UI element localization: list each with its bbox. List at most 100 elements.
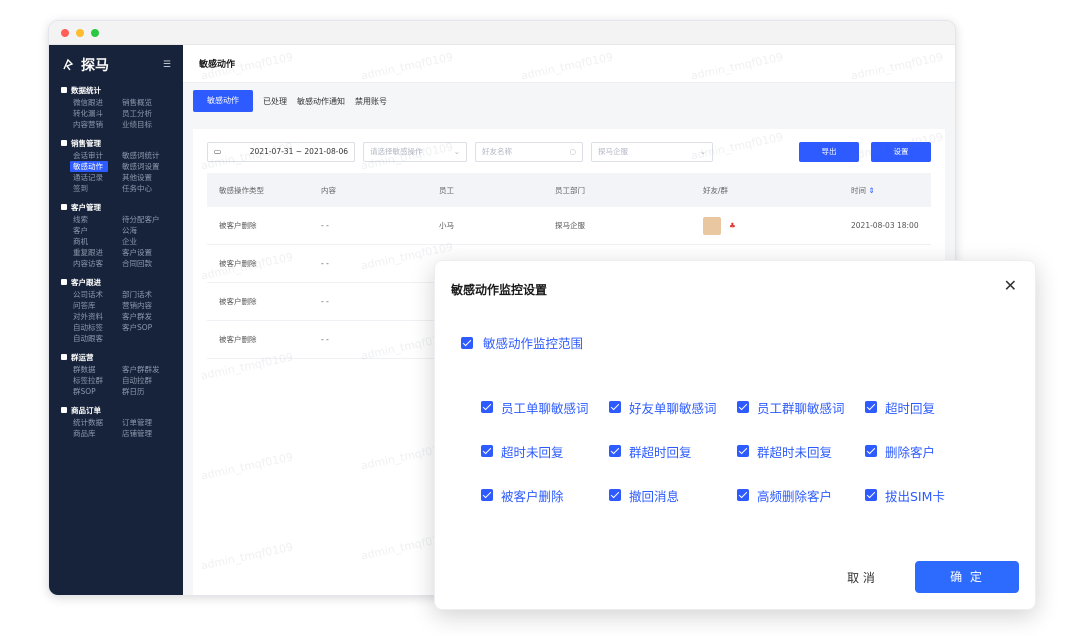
sidebar-item[interactable]: 自动跟客 [73,333,122,344]
sidebar-section-title[interactable]: 商品订单 [61,403,171,417]
sidebar-item[interactable]: 标签拉群 [73,375,122,386]
option-checkbox[interactable]: 超时未回复 [481,441,609,461]
sidebar-item[interactable]: 企业 [122,236,171,247]
tab-notifications[interactable]: 敏感动作通知 [297,96,345,107]
cell-text: 被客户删除 [219,259,257,268]
sidebar-item[interactable]: 部门话术 [122,289,171,300]
export-button[interactable]: 导出 [799,142,859,162]
company-select[interactable]: 探马企服 ⌄ [591,142,713,162]
sidebar-item[interactable]: 群日历 [122,386,171,397]
option-checkbox[interactable]: 撤回消息 [609,485,737,505]
cancel-button[interactable]: 取 消 [837,563,885,593]
sidebar-item[interactable]: 转化漏斗 [73,108,122,119]
sidebar-item[interactable]: 重复跟进 [73,247,122,258]
option-checkbox[interactable]: 拔出SIM卡 [865,485,985,505]
friend-search-input[interactable]: 好友名称 ○ [475,142,583,162]
sidebar-item[interactable]: 订单管理 [122,417,171,428]
sidebar-item[interactable]: 销售概览 [122,97,171,108]
column-header: 好友/群 [703,185,729,195]
sidebar-item[interactable]: 自动拉群 [122,375,171,386]
confirm-button[interactable]: 确 定 [915,561,1019,593]
sidebar-item[interactable]: 客户 [73,225,122,236]
sidebar-item[interactable]: 敏感词统计 [122,150,171,161]
sidebar-items: 线索 待分配客户 客户 公海 商机 企业 重复跟进 客户设置 内容访客 合同回款 [61,214,171,269]
sidebar-item[interactable]: 商机 [73,236,122,247]
tab-sensitive-actions[interactable]: 敏感动作 [193,90,253,112]
table-header: 敏感操作类型 内容 员工 员工部门 好友/群 时间 ⇕ [207,173,931,207]
sidebar-item[interactable]: 客户群群发 [122,364,171,375]
settings-button[interactable]: 设置 [871,142,931,162]
option-label: 员工单聊敏感词 [501,400,589,416]
sidebar-items: 统计数据 订单管理 商品库 店铺管理 [61,417,171,439]
sidebar-item[interactable]: 员工分析 [122,108,171,119]
sidebar-item[interactable]: 公司话术 [73,289,122,300]
scope-checkbox[interactable]: 敏感动作监控范围 [461,333,583,352]
sidebar-section-title[interactable]: 销售管理 [61,136,171,150]
section-icon [61,407,67,413]
sidebar-item[interactable]: 公海 [122,225,171,236]
sidebar-item[interactable]: 业绩目标 [122,119,171,130]
sidebar-item[interactable]: 营销内容 [122,300,171,311]
option-label: 删除客户 [885,444,936,460]
sidebar-item[interactable]: 会话审计 [73,150,122,161]
sidebar-item[interactable]: 线索 [73,214,122,225]
sidebar-item[interactable]: 群SOP [73,386,122,397]
sidebar-item[interactable]: 微信跟进 [73,97,122,108]
option-checkbox[interactable]: 删除客户 [865,441,985,461]
date-range-picker[interactable]: ▭ 2021-07-31 ~ 2021-08-06 [207,142,355,162]
sidebar-item[interactable]: 自动标签 [73,322,122,333]
table-cell: ♣ [703,216,851,235]
option-checkbox[interactable]: 员工单聊敏感词 [481,397,609,417]
sidebar-item[interactable]: 敏感词设置 [122,161,171,172]
option-checkbox[interactable]: 高频删除客户 [737,485,865,505]
close-icon[interactable]: ✕ [1004,276,1017,295]
sidebar-item[interactable]: 商品库 [73,428,122,439]
close-window-button[interactable] [61,28,69,37]
sidebar-item[interactable]: 其他设置 [122,172,171,183]
sidebar-item[interactable]: 合同回款 [122,258,171,269]
sidebar-item[interactable]: 通话记录 [73,172,122,183]
column-header-time[interactable]: 时间 ⇕ [851,185,931,196]
option-checkbox[interactable]: 员工群聊敏感词 [737,397,865,417]
sidebar-item[interactable]: 群数据 [73,364,122,375]
table-cell: 2021-08-03 18:00 [851,221,931,230]
option-checkbox[interactable]: 群超时未回复 [737,441,865,461]
section-icon [61,87,67,93]
sidebar-item[interactable]: 待分配客户 [122,214,171,225]
option-label: 超时未回复 [501,444,564,460]
sidebar-item[interactable]: 问答库 [73,300,122,311]
sidebar-item[interactable]: 对外资料 [73,311,122,322]
sidebar-item[interactable]: 签到 [73,183,122,194]
sidebar-section-label: 群运营 [71,352,94,362]
action-select[interactable]: 请选择敏感操作 ⌄ [363,142,467,162]
scope-label: 敏感动作监控范围 [483,336,584,351]
sidebar-item[interactable]: 内容营销 [73,119,122,130]
option-checkbox[interactable]: 群超时回复 [609,441,737,461]
sidebar-item[interactable]: 内容访客 [73,258,122,269]
sidebar-item[interactable]: 客户群发 [122,311,171,322]
sidebar-section-title[interactable]: 数据统计 [61,83,171,97]
cell-text: 被客户删除 [219,335,257,344]
tab-processed[interactable]: 已处理 [263,96,287,107]
option-checkbox[interactable]: 超时回复 [865,397,985,417]
sidebar-item[interactable]: 客户SOP [122,322,171,333]
tab-disabled-accounts[interactable]: 禁用账号 [355,96,387,107]
sidebar-item[interactable]: 统计数据 [73,417,122,428]
sort-icon: ⇕ [868,185,875,195]
sidebar-section-title[interactable]: 客户跟进 [61,275,171,289]
table-row[interactable]: 被客户删除 - - 小马 探马企服 ♣ 2021-08-03 18:00 [207,207,931,245]
option-checkbox[interactable]: 好友单聊敏感词 [609,397,737,417]
sidebar-item[interactable]: 客户设置 [122,247,171,258]
column-header-label: 时间 [851,185,866,195]
option-checkbox[interactable]: 被客户删除 [481,485,609,505]
sidebar-section-title[interactable]: 群运营 [61,350,171,364]
checkbox-checked-icon [865,445,877,457]
sidebar-section-title[interactable]: 客户管理 [61,200,171,214]
minimize-window-button[interactable] [76,28,84,37]
maximize-window-button[interactable] [91,28,99,37]
table-cell: - - [321,297,439,306]
sidebar-item[interactable]: 敏感动作 [70,161,108,172]
sidebar-item[interactable]: 店铺管理 [122,428,171,439]
sidebar-item[interactable]: 任务中心 [122,183,171,194]
menu-collapse-icon[interactable]: ☰ [163,60,171,70]
